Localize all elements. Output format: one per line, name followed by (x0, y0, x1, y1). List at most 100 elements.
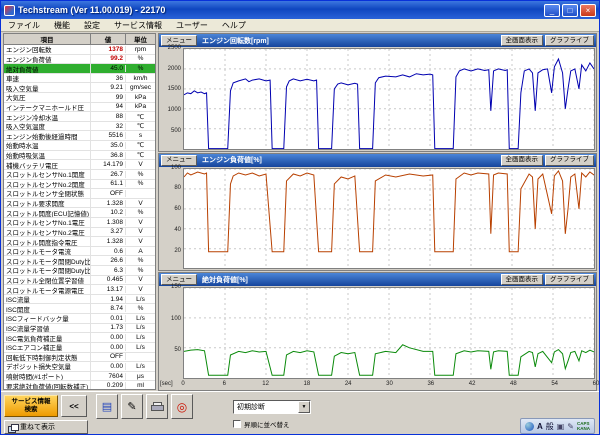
datalist-button[interactable]: ▤ (96, 394, 118, 419)
row-item-label: スロットル開度(ECU記憶値) (4, 208, 91, 217)
chart-fullscreen-button[interactable]: 全画面表示 (501, 274, 544, 285)
techstream-window: Techstream (Ver 11.00.019) - 22170 _ □ ×… (0, 0, 600, 435)
table-row[interactable]: エンジン負荷値99.2% (4, 55, 155, 65)
diagnosis-mode-dropdown[interactable]: 初期診断 ▼ (233, 400, 311, 414)
record-button[interactable]: ✎ (121, 394, 143, 419)
row-unit: L/s (126, 334, 155, 341)
row-value: 1.94 (91, 296, 126, 303)
row-unit: L/s (126, 315, 155, 322)
table-row[interactable]: エンジン冷却水温88℃ (4, 112, 155, 122)
menu-item[interactable]: 設定 (77, 20, 107, 31)
sort-ascending-checkbox[interactable]: 昇順に並べ替え (233, 419, 290, 429)
collapse-button[interactable]: << (61, 395, 87, 417)
snapshot-button[interactable]: ◎ (171, 394, 193, 419)
table-row[interactable]: ISCフィードバック量0.01L/s (4, 314, 155, 324)
table-row[interactable]: スロットルセンサNo.1開度26.7% (4, 170, 155, 180)
print-button[interactable] (146, 394, 168, 419)
row-item-label: スロットルセンサ全閉状態 (4, 189, 91, 198)
row-item-label: ISCフィードバック量 (4, 314, 91, 323)
row-item-label: スロットルセンサNo.1電圧 (4, 218, 91, 227)
chart-fullscreen-button[interactable]: 全画面表示 (501, 155, 544, 166)
menu-item[interactable]: ファイル (1, 20, 47, 31)
ime-mode-kanji[interactable]: 般 (546, 421, 554, 432)
row-unit: ℃ (126, 151, 155, 159)
table-row[interactable]: 吸入空気量9.21gm/sec (4, 83, 155, 93)
chart-graphlive-button[interactable]: グラフライブ (545, 155, 594, 166)
row-value: 14.179 (91, 161, 126, 168)
table-row[interactable]: インテークマニホールド圧94kPa (4, 103, 155, 113)
table-row[interactable]: 始動時水温35.0℃ (4, 141, 155, 151)
table-row[interactable]: スロットルセンサNo.1電圧1.308V (4, 218, 155, 228)
ime-tools-icon[interactable]: ▣ (557, 422, 565, 431)
table-row[interactable]: ISC流量1.94L/s (4, 295, 155, 305)
table-row[interactable]: ISC開度8.74% (4, 304, 155, 314)
checkbox-box[interactable] (233, 420, 241, 428)
row-value: 1.328 (91, 200, 126, 207)
chart-title: エンジン負荷値[%] (202, 155, 262, 165)
row-item-label: ISC流量学習値 (4, 324, 91, 333)
table-row[interactable]: 補機バッテリ電圧14.179V (4, 160, 155, 170)
table-row[interactable]: ISC電気負荷補正量0.00L/s (4, 333, 155, 343)
table-row[interactable]: スロットル全閉位置学習値0.465V (4, 276, 155, 286)
menu-item[interactable]: ヘルプ (215, 20, 253, 31)
ime-mode-alpha[interactable]: A (537, 422, 543, 431)
row-value: 45.0 (91, 65, 126, 72)
overlay-display-button[interactable]: 重ねて表示 (4, 420, 88, 434)
chevron-down-icon[interactable]: ▼ (298, 401, 310, 413)
service-info-search-button[interactable]: サービス情報 検索 (4, 395, 58, 417)
row-unit: ℃ (126, 122, 155, 130)
row-item-label: 要求絶対負荷値(回転数補正) (4, 381, 91, 390)
table-row[interactable]: スロットル開度指令電圧1.328V (4, 237, 155, 247)
close-button[interactable]: × (580, 4, 596, 17)
table-row[interactable]: スロットルモータ電流0.6A (4, 247, 155, 257)
row-item-label: エンジン始動後経過時間 (4, 131, 91, 140)
ime-caps-kana-indicator: CAPS KANA (577, 421, 590, 431)
table-row[interactable]: 絶対負荷値45.0% (4, 64, 155, 74)
table-row[interactable]: スロットル要求開度1.328V (4, 199, 155, 209)
table-row[interactable]: エンジン始動後経過時間5516s (4, 131, 155, 141)
ime-pad-icon[interactable]: ✎ (567, 422, 574, 431)
overlay-button-label: 重ねて表示 (20, 422, 55, 432)
menu-item[interactable]: ユーザー (169, 20, 215, 31)
ime-language-icon[interactable] (525, 422, 534, 431)
row-value: 0.00 (91, 344, 126, 351)
chart-graphlive-button[interactable]: グラフライブ (545, 35, 594, 46)
row-item-label: ISC電気負荷補正量 (4, 333, 91, 342)
table-row[interactable]: スロットル開度(ECU記憶値)10.2% (4, 208, 155, 218)
table-row[interactable]: スロットルセンサNo.2開度61.1% (4, 180, 155, 190)
table-row[interactable]: 大気圧99kPa (4, 93, 155, 103)
table-row[interactable]: ISC流量学習値1.73L/s (4, 324, 155, 334)
row-value: 99 (91, 94, 126, 101)
table-row[interactable]: スロットルモータ電源電圧13.17V (4, 285, 155, 295)
table-row[interactable]: スロットルセンサ全閉状態OFF (4, 189, 155, 199)
table-row[interactable]: デポジット損失空気量0.00L/s (4, 362, 155, 372)
chart-fullscreen-button[interactable]: 全画面表示 (501, 35, 544, 46)
menu-item[interactable]: サービス情報 (107, 20, 169, 31)
table-row[interactable]: スロットルセンサNo.2電圧3.27V (4, 228, 155, 238)
maximize-button[interactable]: □ (562, 4, 578, 17)
row-item-label: スロットルモータ電流 (4, 247, 91, 256)
table-row[interactable]: ISCエアコン補正量0.00L/s (4, 343, 155, 353)
table-row[interactable]: スロットルモータ開閉Duty比26.6% (4, 256, 155, 266)
table-row[interactable]: 回転低下時制御判定状態OFF (4, 353, 155, 363)
table-row[interactable]: スロットルモータ開閉Duty比6.3% (4, 266, 155, 276)
table-row[interactable]: 噴射時間(#1ポート)7604μs (4, 372, 155, 382)
chart-title: 絶対負荷値[%] (202, 275, 248, 285)
table-row[interactable]: 車速36km/h (4, 74, 155, 84)
column-header-value: 値 (91, 34, 126, 44)
chart-graphlive-button[interactable]: グラフライブ (545, 274, 594, 285)
row-item-label: 回転低下時制御判定状態 (4, 353, 91, 362)
row-value: 1.308 (91, 219, 126, 226)
table-row[interactable]: 要求絶対負荷値(回転数補正)0.209ml (4, 381, 155, 390)
menu-item[interactable]: 機能 (47, 20, 77, 31)
row-unit: V (126, 219, 155, 226)
minimize-button[interactable]: _ (544, 4, 560, 17)
table-row[interactable]: 始動時吸気温36.8℃ (4, 151, 155, 161)
table-row[interactable]: 吸入空気温度32℃ (4, 122, 155, 132)
row-unit: % (126, 257, 155, 264)
charts-area: メニューエンジン回転数[rpm]全画面表示グラフライブ5001000150020… (158, 32, 597, 391)
row-unit: V (126, 228, 155, 235)
row-unit: μs (126, 373, 155, 380)
row-unit: % (126, 305, 155, 312)
table-row[interactable]: エンジン回転数1378rpm (4, 45, 155, 55)
